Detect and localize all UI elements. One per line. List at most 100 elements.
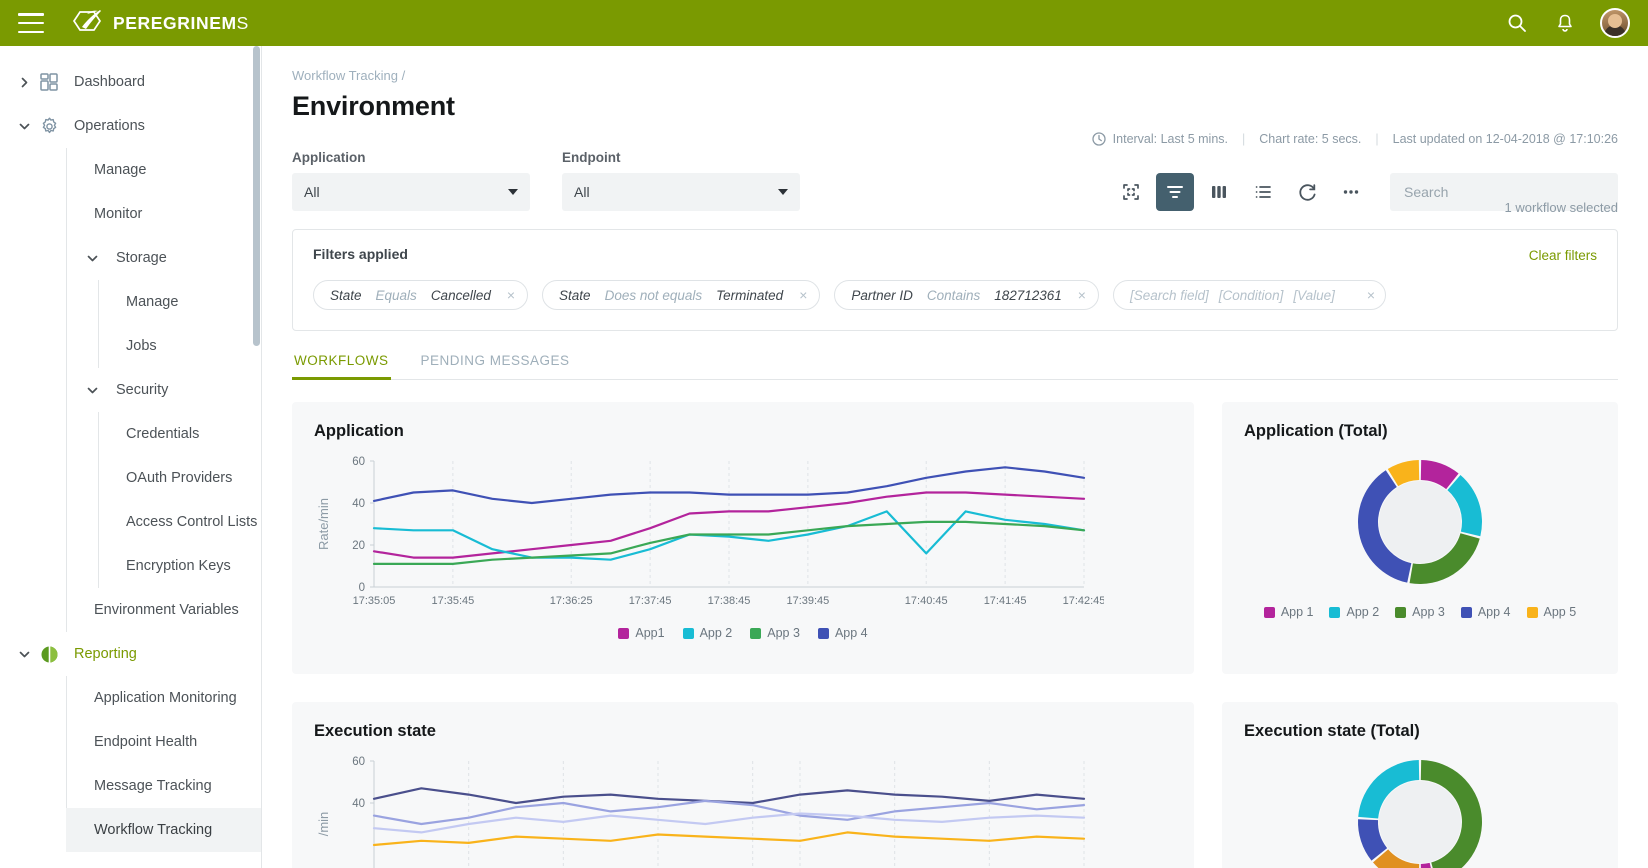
hamburger-icon[interactable]	[18, 13, 44, 33]
filters-applied-title: Filters applied	[313, 246, 408, 262]
close-icon[interactable]: ×	[799, 287, 807, 303]
sidebar-item-message-tracking[interactable]: Message Tracking	[66, 764, 261, 808]
sidebar-item-manage[interactable]: Manage	[98, 280, 261, 324]
legend-swatch	[1526, 606, 1538, 618]
more-icon[interactable]	[1332, 173, 1370, 211]
chevron-down-icon	[778, 189, 788, 195]
y-axis-label: Rate/min	[316, 498, 331, 550]
close-icon[interactable]: ×	[507, 287, 515, 303]
sidebar-item-reporting[interactable]: Reporting	[0, 632, 261, 676]
close-icon[interactable]: ×	[1367, 287, 1375, 303]
legend-item[interactable]: App1	[618, 626, 665, 640]
sidebar-item-security[interactable]: Security	[66, 368, 261, 412]
legend-item[interactable]: App 4	[817, 626, 868, 640]
legend-item[interactable]: App 2	[682, 626, 733, 640]
legend-item[interactable]: App 5	[1526, 605, 1577, 619]
filters-applied-panel: Filters applied Clear filters State Equal…	[292, 229, 1618, 331]
filter-chip-condition: Contains	[926, 287, 981, 303]
columns-icon[interactable]	[1200, 173, 1238, 211]
filter-chip[interactable]: [Search field] [Condition] [Value] ×	[1112, 280, 1387, 310]
meta-divider-2: |	[1375, 132, 1379, 146]
collapse-icon[interactable]	[1112, 173, 1150, 211]
series-line	[372, 787, 1086, 805]
sidebar-item-environment-variables[interactable]: Environment Variables	[66, 588, 261, 632]
sidebar-toggle[interactable]	[86, 384, 108, 397]
filter-chip[interactable]: State Equals Cancelled ×	[313, 280, 529, 310]
endpoint-select-value: All	[574, 184, 590, 200]
legend-swatch	[1263, 606, 1275, 618]
card-title: Application (Total)	[1244, 422, 1388, 440]
chevron-down-icon	[19, 651, 30, 657]
breadcrumb[interactable]: Workflow Tracking /	[292, 68, 1618, 83]
meta-interval-text: Interval: Last 5 mins.	[1112, 132, 1228, 146]
list-icon[interactable]	[1244, 173, 1282, 211]
clear-filters-button[interactable]: Clear filters	[1529, 248, 1597, 263]
sidebar-item-endpoint-health[interactable]: Endpoint Health	[66, 720, 261, 764]
close-icon[interactable]: ×	[1078, 287, 1086, 303]
legend-item[interactable]: App 3	[750, 626, 800, 640]
sidebar-item-dashboard[interactable]: Dashboard	[0, 60, 261, 104]
sidebar-item-storage[interactable]: Storage	[66, 236, 261, 280]
sidebar-item-application-monitoring[interactable]: Application Monitoring	[66, 676, 261, 720]
application-line-chart: 0 20 40 60 Rate/min 17:35:05 17:35:45 17:36:25 1…	[314, 447, 1172, 622]
sidebar-scrollbar[interactable]	[253, 46, 260, 346]
sidebar-item-access-control-lists[interactable]: Access Control Lists	[98, 500, 261, 544]
endpoint-filter-label: Endpoint	[562, 150, 621, 165]
filter-chip-condition: Equals	[375, 287, 417, 303]
legend-item[interactable]: App 1	[1263, 605, 1313, 619]
sidebar-item-jobs[interactable]: Jobs	[98, 324, 261, 368]
application-select[interactable]: All	[292, 173, 530, 211]
notification-bell-icon[interactable]	[1552, 10, 1578, 36]
donut-chart-svg	[1358, 760, 1482, 868]
sidebar-item-label: Message Tracking	[94, 778, 212, 794]
sidebar-item-operations[interactable]: Operations	[0, 104, 261, 148]
sidebar-toggle[interactable]	[18, 648, 40, 661]
gear-icon	[42, 117, 57, 133]
sidebar-item-manage[interactable]: Manage	[66, 148, 261, 192]
refresh-icon[interactable]	[1288, 173, 1326, 211]
chevron-right-icon	[21, 77, 28, 87]
sidebar-toggle[interactable]	[18, 120, 40, 133]
tab-pending-messages[interactable]: PENDING MESSAGES	[419, 353, 572, 379]
sidebar-item-encryption-keys[interactable]: Encryption Keys	[98, 544, 261, 588]
legend-item[interactable]: App 2	[1329, 605, 1379, 619]
brand-logo-group[interactable]: PEREGRINEMS	[70, 8, 249, 38]
avatar[interactable]	[1600, 8, 1630, 38]
y-tick-label: 60	[352, 756, 365, 768]
sidebar-item-oauth-providers[interactable]: OAuth Providers	[98, 456, 261, 500]
legend-item[interactable]: App 4	[1460, 605, 1511, 619]
endpoint-select[interactable]: All	[562, 173, 800, 211]
x-tick-label: 17:35:45	[431, 595, 474, 607]
filter-chip-field: Partner ID	[851, 287, 913, 303]
cards-column-left: Application 0 20 40 60 Rate/min 17:35:05 17:35…	[292, 402, 1194, 868]
application-select-value: All	[304, 184, 320, 200]
sidebar-item-workflow-tracking[interactable]: Workflow Tracking	[66, 808, 261, 852]
sidebar-item-label: OAuth Providers	[126, 470, 233, 486]
filter-chip[interactable]: State Does not equals Terminated ×	[542, 280, 821, 310]
filter-icon[interactable]	[1156, 173, 1194, 211]
tab-workflows[interactable]: WORKFLOWS	[292, 353, 391, 380]
card-title: Execution state	[314, 722, 436, 740]
sidebar-item-label: Manage	[126, 294, 179, 310]
sidebar-item-credentials[interactable]: Credentials	[98, 412, 261, 456]
sidebar-item-label: Security	[116, 382, 169, 398]
legend-label: App 5	[1543, 605, 1577, 619]
sidebar-item-monitor[interactable]: Monitor	[66, 192, 261, 236]
sidebar-toggle[interactable]	[18, 76, 40, 89]
legend-swatch	[1329, 606, 1341, 618]
search-icon[interactable]	[1504, 10, 1530, 36]
brand-light: S	[236, 12, 249, 33]
filter-chip[interactable]: Partner ID Contains 182712361 ×	[834, 280, 1099, 310]
peregrine-feather-icon	[72, 10, 102, 31]
brand-text: PEREGRINEMS	[113, 13, 249, 34]
sidebar-toggle[interactable]	[86, 252, 108, 265]
sidebar-item-label: Endpoint Health	[94, 734, 198, 750]
legend-swatch	[817, 627, 829, 639]
legend-item[interactable]: App 3	[1395, 605, 1445, 619]
legend-label: App 2	[699, 626, 733, 640]
cards-column-right: Application (Total) App 1 App 2 App 3 App 4…	[1222, 402, 1618, 868]
sidebar-subgroup: Application Monitoring Endpoint Health Mes…	[66, 676, 261, 852]
application-filter-label: Application	[292, 150, 366, 165]
execution-line-chart: 40 60/min	[314, 747, 1172, 868]
pie-chart-icon	[40, 645, 66, 664]
